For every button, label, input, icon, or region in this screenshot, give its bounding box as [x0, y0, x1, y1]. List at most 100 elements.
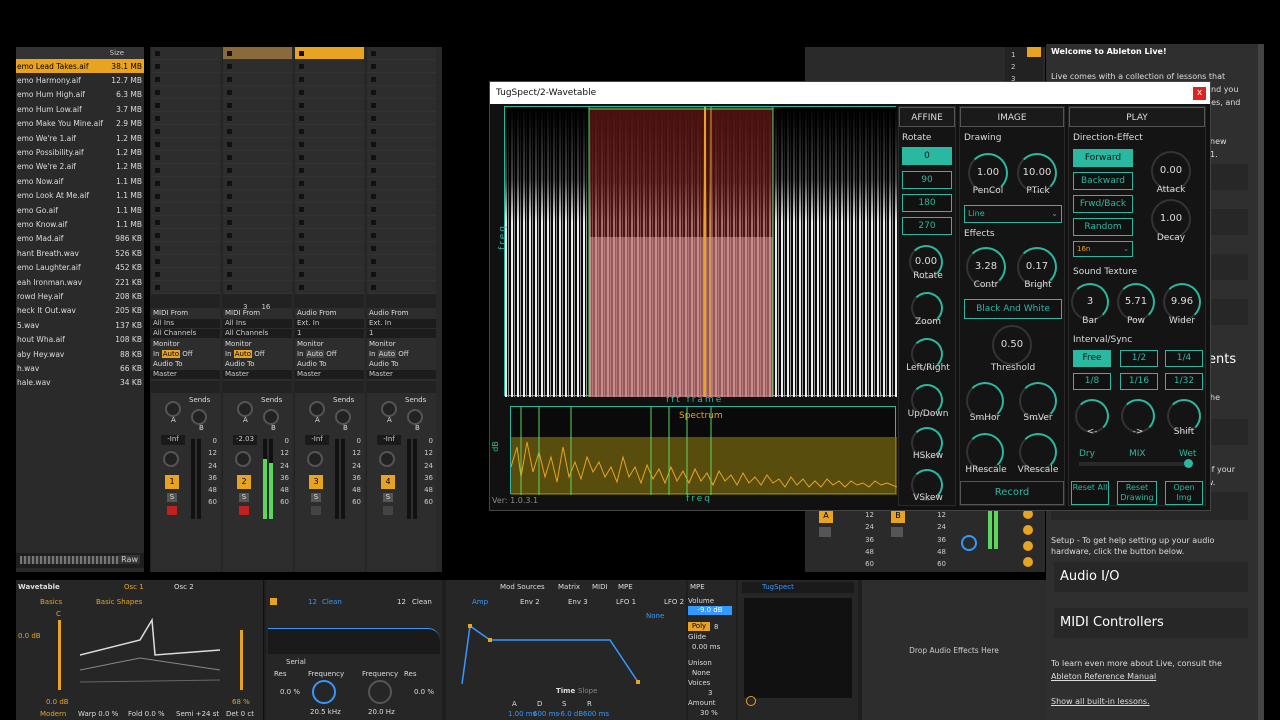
open-img-button[interactable]: Open Img: [1165, 481, 1203, 505]
clip-slot[interactable]: [223, 99, 292, 112]
input-channel-select[interactable]: All Channels: [223, 329, 292, 338]
spectrum-view[interactable]: Spectrum: [510, 406, 898, 495]
monitor-in[interactable]: In: [225, 350, 232, 358]
file-row[interactable]: emo Know.aif 1.1 MB: [16, 217, 144, 231]
clip-slot[interactable]: [151, 203, 220, 216]
clip-slot[interactable]: [295, 125, 364, 138]
clip-slot[interactable]: [223, 86, 292, 99]
pan-knob[interactable]: [235, 451, 251, 467]
scene-stop-icon[interactable]: [1027, 47, 1041, 57]
audio-io-button[interactable]: Audio I/O: [1054, 562, 1248, 592]
clip-slot[interactable]: [367, 229, 436, 242]
clip-slot[interactable]: [367, 125, 436, 138]
clip-slot[interactable]: [367, 99, 436, 112]
output-select[interactable]: Master: [295, 370, 364, 379]
clip-slot[interactable]: [367, 242, 436, 255]
clip-slot[interactable]: [223, 242, 292, 255]
file-row[interactable]: emo Possibility.aif 1.2 MB: [16, 145, 144, 159]
mod-tab[interactable]: Matrix: [558, 583, 580, 591]
file-row[interactable]: rowd Hey.aif 208 KB: [16, 289, 144, 303]
clip-slot[interactable]: [367, 203, 436, 216]
clip-slot[interactable]: [151, 268, 220, 281]
waveform-preview[interactable]: [20, 556, 120, 564]
clip-slot[interactable]: [367, 47, 436, 60]
clip-slot[interactable]: [295, 73, 364, 86]
clip-slot[interactable]: [223, 47, 292, 60]
semi-value[interactable]: Semi +24 st: [176, 710, 219, 718]
clip-slot[interactable]: [295, 60, 364, 73]
raw-toggle[interactable]: Raw: [119, 555, 140, 564]
output-select[interactable]: Master: [367, 370, 436, 379]
clip-slot[interactable]: [295, 164, 364, 177]
clip-slot[interactable]: [367, 177, 436, 190]
file-row[interactable]: h.wav 66 KB: [16, 361, 144, 375]
volume-value[interactable]: -9.0 dB: [688, 606, 732, 615]
random-button[interactable]: Random: [1073, 218, 1133, 236]
clip-slot[interactable]: [295, 281, 364, 294]
file-row[interactable]: emo Go.aif 1.1 MB: [16, 203, 144, 217]
reference-manual-link[interactable]: Ableton Reference Manual: [1051, 671, 1156, 682]
black-and-white-button[interactable]: Black And White: [964, 299, 1062, 319]
file-row[interactable]: emo Mad.aif 986 KB: [16, 232, 144, 246]
slope-view-tab[interactable]: Slope: [578, 687, 597, 695]
filter2-slope[interactable]: 12: [397, 598, 406, 606]
clip-slot[interactable]: [151, 164, 220, 177]
clip-slot[interactable]: [151, 190, 220, 203]
solo-b[interactable]: [891, 527, 903, 537]
interval-1-32-button[interactable]: 1/32: [1165, 373, 1203, 390]
clip-slot[interactable]: [295, 203, 364, 216]
clip-slot[interactable]: [223, 60, 292, 73]
arm-button[interactable]: [167, 506, 177, 515]
clip-slot[interactable]: [295, 190, 364, 203]
lesson-box[interactable]: [1208, 209, 1248, 235]
close-button[interactable]: x: [1193, 87, 1206, 100]
output-select[interactable]: Master: [223, 370, 292, 379]
clip-slot[interactable]: [151, 138, 220, 151]
filter-curve[interactable]: [268, 628, 440, 654]
file-row[interactable]: emo Laughter.aif 452 KB: [16, 260, 144, 274]
file-row[interactable]: emo Make You Mine.aif 2.9 MB: [16, 117, 144, 131]
backward-button[interactable]: Backward: [1073, 172, 1133, 190]
threshold-knob[interactable]: 0.50: [992, 325, 1032, 365]
input-source-select[interactable]: Ext. In: [367, 319, 436, 328]
pan-knob[interactable]: [379, 451, 395, 467]
power-icon[interactable]: [746, 696, 756, 706]
scene-number[interactable]: 2: [1011, 61, 1037, 73]
mod-target-select[interactable]: None: [646, 612, 664, 620]
monitor-off[interactable]: Off: [182, 350, 192, 358]
drop-zone[interactable]: Drop Audio Effects Here: [862, 580, 1046, 720]
clip-slot[interactable]: [223, 268, 292, 281]
clip-slot[interactable]: [223, 190, 292, 203]
adsr-value[interactable]: 600 ms: [583, 710, 609, 718]
clip-slot[interactable]: [223, 177, 292, 190]
arm-button[interactable]: [383, 506, 393, 515]
clip-slot[interactable]: [223, 216, 292, 229]
midi-controllers-button[interactable]: MIDI Controllers: [1054, 608, 1248, 638]
volume-readout[interactable]: -Inf: [377, 435, 401, 445]
rotate-270-button[interactable]: 270: [902, 217, 952, 235]
routing-select[interactable]: Serial: [286, 658, 306, 666]
warp-value[interactable]: Warp 0.0 %: [78, 710, 118, 718]
plugin-titlebar[interactable]: TugSpect/2-Wavetable x: [490, 82, 1210, 104]
clip-slot[interactable]: [295, 151, 364, 164]
interval-1-4-button[interactable]: 1/4: [1165, 350, 1203, 367]
volume-readout[interactable]: -2.03: [233, 435, 257, 445]
envelope-tab[interactable]: LFO 1: [616, 598, 636, 606]
input-source-select[interactable]: Ext. In: [295, 319, 364, 328]
envelope-tab[interactable]: LFO 2: [664, 598, 684, 606]
clip-slot[interactable]: [223, 255, 292, 268]
solo-button[interactable]: S: [239, 493, 249, 502]
clip-slot[interactable]: [151, 60, 220, 73]
clip-slot[interactable]: [151, 73, 220, 86]
file-row[interactable]: hale.wav 34 KB: [16, 376, 144, 390]
clip-slot[interactable]: [223, 125, 292, 138]
clip-slot[interactable]: [295, 255, 364, 268]
forward-button[interactable]: Forward: [1073, 149, 1133, 167]
file-row[interactable]: emo We're 2.aif 1.2 MB: [16, 160, 144, 174]
clip-slot[interactable]: [295, 112, 364, 125]
clip-slot[interactable]: [367, 60, 436, 73]
interval-1-8-button[interactable]: 1/8: [1073, 373, 1111, 390]
voices-value[interactable]: 3: [708, 689, 712, 697]
record-icon-4[interactable]: [1023, 557, 1033, 567]
unison-mode[interactable]: None: [692, 669, 710, 677]
